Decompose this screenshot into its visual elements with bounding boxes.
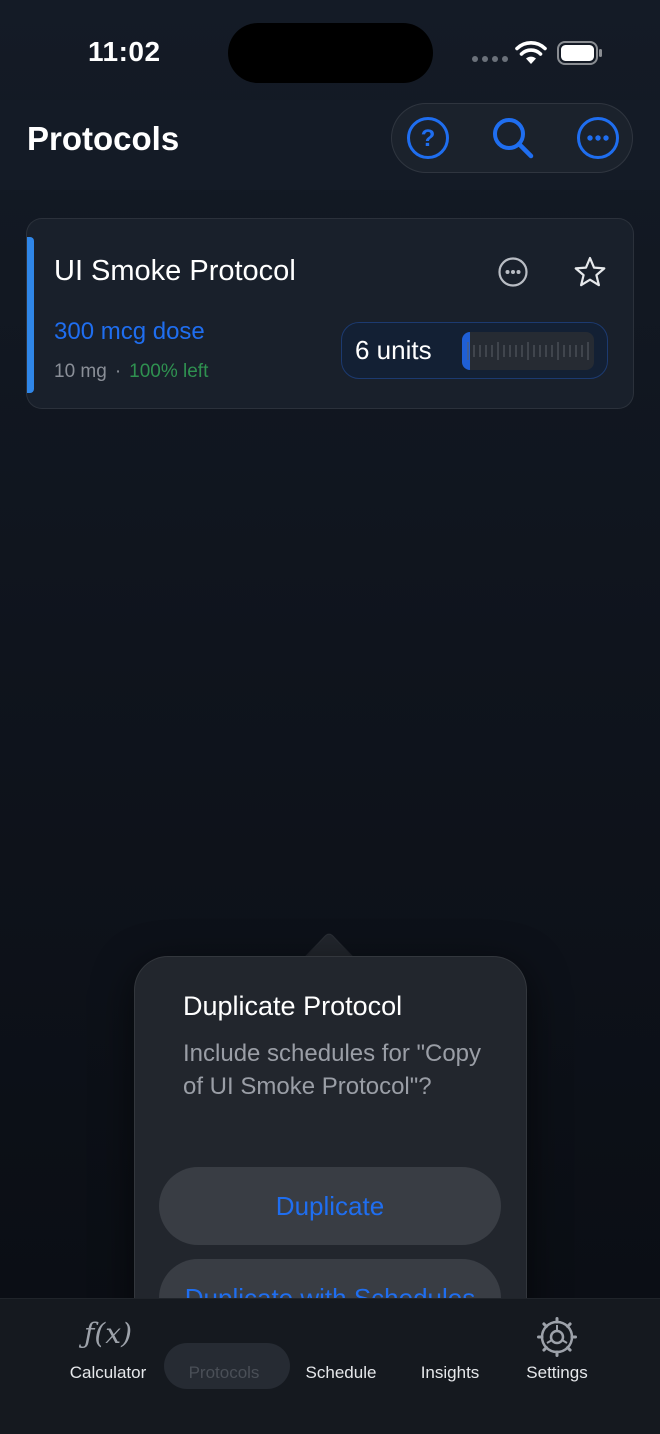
nav-header: Protocols ?	[0, 100, 660, 190]
card-accent-bar	[27, 237, 34, 393]
syringe-gauge	[462, 332, 594, 370]
syringe-ticks	[467, 342, 589, 360]
units-pill: 6 units	[341, 322, 608, 379]
tab-settings[interactable]: Settings	[497, 1299, 617, 1399]
popover-message: Include schedules for "Copy of UI Smoke …	[183, 1040, 482, 1100]
more-icon[interactable]	[575, 115, 621, 161]
dynamic-island	[228, 23, 433, 83]
tab-label: Schedule	[305, 1363, 377, 1382]
remaining-percent: 100% left	[129, 361, 209, 382]
tab-protocols[interactable]: Protocols	[164, 1299, 290, 1399]
vial-amount: 10 mg	[54, 361, 107, 382]
tab-schedule[interactable]: Schedule	[281, 1299, 401, 1399]
protocol-meta: 10 mg · 100% left	[54, 361, 208, 383]
tab-bar: ƒ(x) Calculator Protocols Schedule Insig…	[0, 1298, 660, 1434]
duplicate-button[interactable]: Duplicate	[159, 1167, 501, 1245]
tab-label: Settings	[526, 1363, 588, 1382]
protocol-name: UI Smoke Protocol	[54, 255, 296, 287]
tab-label: Insights	[420, 1363, 480, 1382]
battery-icon	[557, 41, 602, 65]
tab-insights[interactable]: Insights	[390, 1299, 510, 1399]
card-more-icon[interactable]	[497, 256, 529, 288]
wifi-icon	[515, 41, 547, 64]
meta-separator: ·	[114, 361, 122, 382]
header-actions: ?	[391, 103, 633, 173]
search-icon[interactable]	[490, 115, 536, 161]
help-icon[interactable]: ?	[405, 115, 451, 161]
popover-title: Duplicate Protocol	[183, 991, 403, 1021]
tab-label: Calculator	[69, 1363, 147, 1382]
cellular-signal-icon	[472, 56, 508, 62]
favorite-star-icon[interactable]	[573, 255, 607, 289]
page-title: Protocols	[27, 120, 180, 157]
fx-icon: ƒ(x)	[83, 1317, 132, 1350]
units-label: 6 units	[355, 335, 432, 365]
protocol-card[interactable]: UI Smoke Protocol 300 mcg dose 10 mg · 100…	[26, 218, 634, 409]
tab-calculator[interactable]: ƒ(x) Calculator	[48, 1299, 168, 1399]
status-time: 11:02	[88, 36, 161, 67]
svg-text:?: ?	[421, 125, 436, 152]
gear-icon	[537, 1317, 577, 1357]
tab-label: Protocols	[188, 1363, 260, 1382]
dose-label: 300 mcg dose	[54, 318, 205, 345]
status-bar: 11:02	[0, 0, 660, 100]
